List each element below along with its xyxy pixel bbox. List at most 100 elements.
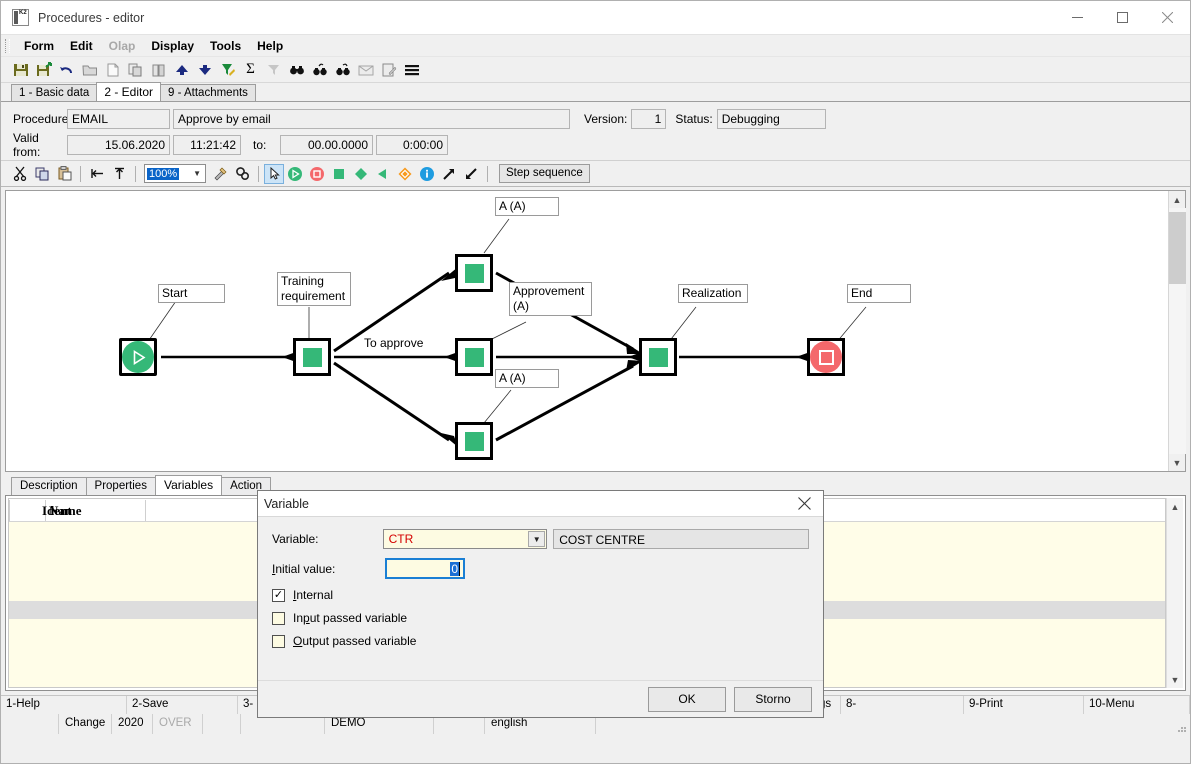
node-label-a2[interactable]: A (A) xyxy=(495,369,559,388)
grid-column-name[interactable]: Name xyxy=(46,499,146,521)
procedure-code-field[interactable]: EMAIL xyxy=(67,109,170,129)
status-field[interactable]: Debugging xyxy=(716,109,826,129)
tab-basic-data[interactable]: 1 - Basic data xyxy=(11,84,98,101)
save-icon[interactable] xyxy=(9,59,32,81)
zoom-combo[interactable]: 100% ▼ xyxy=(144,164,206,183)
diagram-canvas[interactable]: Start Training requirement A (A) Approve… xyxy=(6,191,1168,471)
to-time-field[interactable]: 0:00:00 xyxy=(376,135,448,155)
pointer-select-icon[interactable] xyxy=(264,163,284,184)
scroll-down-icon[interactable]: ▼ xyxy=(1169,454,1186,471)
diagram-node-approvement[interactable] xyxy=(455,338,493,376)
variable-select[interactable]: CTR ▼ xyxy=(382,529,548,549)
diagram-node-end[interactable] xyxy=(807,338,845,376)
node-label-realization[interactable]: Realization xyxy=(678,284,748,303)
copy-icon[interactable] xyxy=(31,163,53,185)
scroll-down-icon[interactable]: ▼ xyxy=(1167,671,1184,688)
scrollbar-track[interactable] xyxy=(1168,208,1186,454)
fn-key-1-help[interactable]: 1-Help xyxy=(1,696,127,714)
diagram-node-start[interactable] xyxy=(119,338,157,376)
fn-key-10-menu[interactable]: 10-Menu xyxy=(1084,696,1190,714)
sum-icon[interactable]: Σ xyxy=(239,59,262,81)
menu-icon[interactable] xyxy=(400,59,423,81)
save-as-icon[interactable] xyxy=(32,59,55,81)
undo-icon[interactable] xyxy=(55,59,78,81)
find-icon[interactable] xyxy=(285,59,308,81)
procedure-name-field[interactable]: Approve by email xyxy=(173,109,570,129)
output-passed-checkbox-row[interactable]: Output passed variable xyxy=(272,634,809,648)
to-date-field[interactable]: 00.00.0000 xyxy=(280,135,373,155)
fn-key-9-print[interactable]: 9-Print xyxy=(964,696,1084,714)
resize-grip-icon[interactable] xyxy=(1176,722,1190,734)
jump-node-icon[interactable] xyxy=(394,163,416,185)
node-label-end[interactable]: End xyxy=(847,284,911,303)
align-left-icon[interactable] xyxy=(86,163,108,185)
book-icon[interactable] xyxy=(147,59,170,81)
tools-icon[interactable] xyxy=(209,163,231,185)
edge-label-to-approve[interactable]: To approve xyxy=(362,336,426,350)
scroll-up-icon[interactable]: ▲ xyxy=(1169,191,1186,208)
filter-edit-icon[interactable] xyxy=(216,59,239,81)
chevron-down-icon[interactable]: ▼ xyxy=(528,531,546,547)
scrollbar-thumb[interactable] xyxy=(1168,212,1186,284)
diagram-node-a2[interactable] xyxy=(455,422,493,460)
close-button[interactable] xyxy=(1145,1,1190,35)
diagram-node-realization[interactable] xyxy=(639,338,677,376)
align-top-icon[interactable] xyxy=(108,163,130,185)
node-label-start[interactable]: Start xyxy=(158,284,225,303)
internal-checkbox-row[interactable]: ✓ Internal xyxy=(272,588,809,602)
grid-column-ident[interactable]: Ident xyxy=(9,499,72,521)
back-node-icon[interactable] xyxy=(372,163,394,185)
end-node-icon[interactable] xyxy=(306,163,328,185)
move-down-icon[interactable] xyxy=(193,59,216,81)
tab-editor[interactable]: 2 - Editor xyxy=(96,82,162,101)
cut-icon[interactable] xyxy=(9,163,31,185)
tab-attachments[interactable]: 9 - Attachments xyxy=(160,84,256,101)
tab-description[interactable]: Description xyxy=(11,477,87,495)
new-document-icon[interactable] xyxy=(101,59,124,81)
menu-tools[interactable]: Tools xyxy=(202,37,249,55)
notes-icon[interactable] xyxy=(377,59,400,81)
output-passed-checkbox[interactable] xyxy=(272,634,285,648)
paste-icon[interactable] xyxy=(53,163,75,185)
menu-help[interactable]: Help xyxy=(249,37,291,55)
version-field[interactable]: 1 xyxy=(631,109,667,129)
fn-key-2-save[interactable]: 2-Save xyxy=(127,696,238,714)
action-node-icon[interactable] xyxy=(328,163,350,185)
find-next-icon[interactable] xyxy=(331,59,354,81)
outgoing-arrow-icon[interactable] xyxy=(438,163,460,185)
minimize-button[interactable] xyxy=(1055,1,1100,35)
grid-vertical-scrollbar[interactable]: ▲ ▼ xyxy=(1166,498,1183,688)
node-label-training[interactable]: Training requirement xyxy=(277,272,351,306)
canvas-vertical-scrollbar[interactable]: ▲ ▼ xyxy=(1168,191,1186,471)
tab-properties[interactable]: Properties xyxy=(85,477,156,495)
valid-from-time-field[interactable]: 11:21:42 xyxy=(173,135,241,155)
mail-icon[interactable] xyxy=(354,59,377,81)
copy-icon[interactable] xyxy=(124,59,147,81)
close-icon[interactable] xyxy=(785,491,823,517)
start-node-icon[interactable] xyxy=(284,163,306,185)
menu-display[interactable]: Display xyxy=(143,37,202,55)
tab-variables[interactable]: Variables xyxy=(154,475,223,495)
incoming-arrow-icon[interactable] xyxy=(460,163,482,185)
internal-checkbox[interactable]: ✓ xyxy=(272,588,285,602)
settings-gears-icon[interactable] xyxy=(231,163,253,185)
initial-value-input[interactable]: 0 xyxy=(385,558,465,579)
cancel-button[interactable]: Storno xyxy=(734,686,812,712)
open-folder-icon[interactable] xyxy=(78,59,101,81)
chevron-down-icon[interactable]: ▼ xyxy=(193,169,201,178)
step-sequence-button[interactable]: Step sequence xyxy=(499,164,590,183)
info-node-icon[interactable] xyxy=(416,163,438,185)
filter-remove-icon[interactable] xyxy=(262,59,285,81)
maximize-button[interactable] xyxy=(1100,1,1145,35)
ok-button[interactable]: OK xyxy=(648,686,726,712)
move-up-icon[interactable] xyxy=(170,59,193,81)
decision-node-icon[interactable] xyxy=(350,163,372,185)
menu-form[interactable]: Form xyxy=(16,37,62,55)
diagram-node-a1[interactable] xyxy=(455,254,493,292)
menu-edit[interactable]: Edit xyxy=(62,37,101,55)
valid-from-date-field[interactable]: 15.06.2020 xyxy=(67,135,170,155)
find-previous-icon[interactable] xyxy=(308,59,331,81)
input-passed-checkbox[interactable] xyxy=(272,611,285,625)
node-label-a1[interactable]: A (A) xyxy=(495,197,559,216)
node-label-approvement[interactable]: Approvement (A) xyxy=(509,282,592,316)
